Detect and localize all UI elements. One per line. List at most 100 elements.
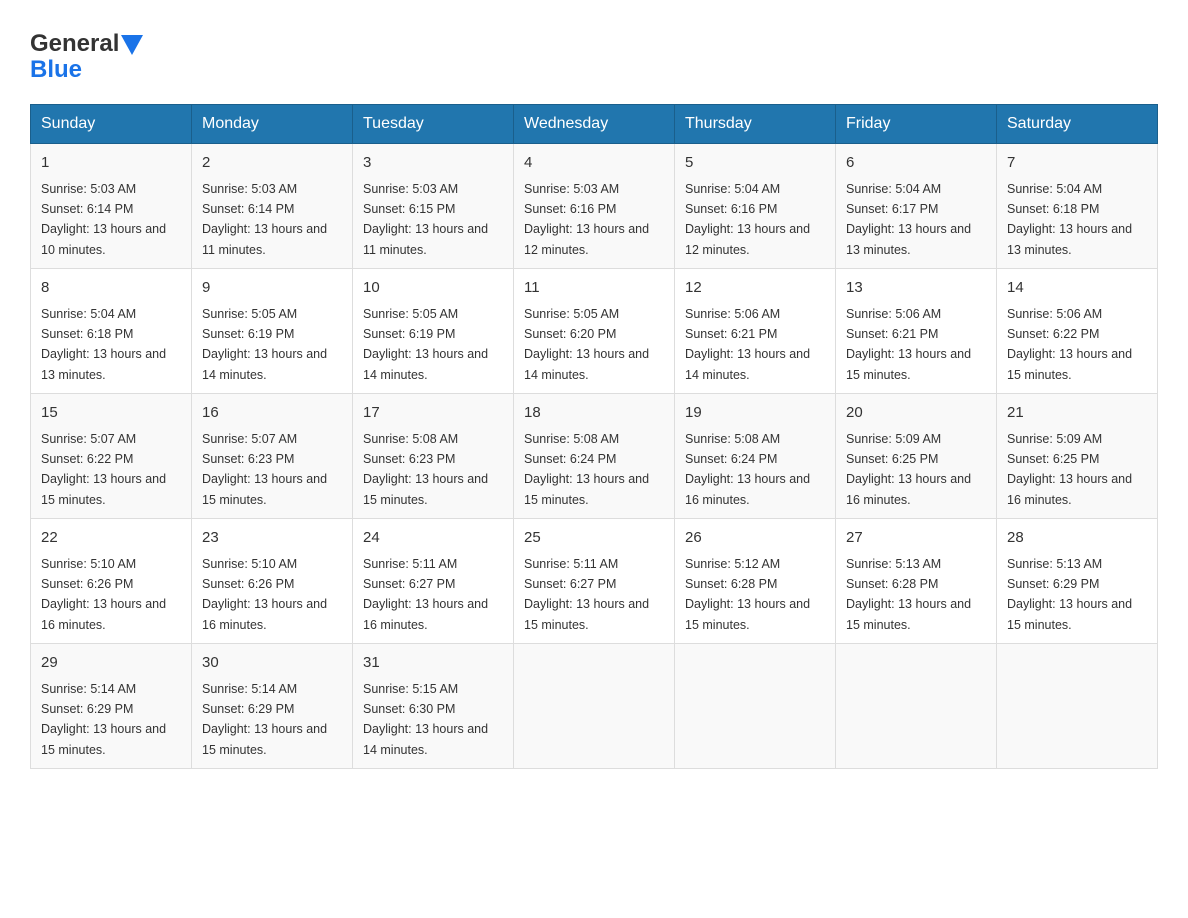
calendar-cell: 24 Sunrise: 5:11 AMSunset: 6:27 PMDaylig…	[353, 519, 514, 644]
calendar-cell: 29 Sunrise: 5:14 AMSunset: 6:29 PMDaylig…	[31, 644, 192, 769]
day-info: Sunrise: 5:05 AMSunset: 6:20 PMDaylight:…	[524, 307, 649, 382]
day-number: 20	[846, 402, 986, 425]
day-info: Sunrise: 5:05 AMSunset: 6:19 PMDaylight:…	[363, 307, 488, 382]
day-info: Sunrise: 5:11 AMSunset: 6:27 PMDaylight:…	[524, 557, 649, 632]
calendar-cell: 3 Sunrise: 5:03 AMSunset: 6:15 PMDayligh…	[353, 144, 514, 269]
day-number: 24	[363, 527, 503, 550]
calendar-cell: 19 Sunrise: 5:08 AMSunset: 6:24 PMDaylig…	[675, 394, 836, 519]
calendar-cell: 20 Sunrise: 5:09 AMSunset: 6:25 PMDaylig…	[836, 394, 997, 519]
header-wednesday: Wednesday	[514, 105, 675, 144]
day-number: 23	[202, 527, 342, 550]
calendar-cell: 31 Sunrise: 5:15 AMSunset: 6:30 PMDaylig…	[353, 644, 514, 769]
calendar-cell: 12 Sunrise: 5:06 AMSunset: 6:21 PMDaylig…	[675, 269, 836, 394]
calendar-cell: 18 Sunrise: 5:08 AMSunset: 6:24 PMDaylig…	[514, 394, 675, 519]
day-number: 26	[685, 527, 825, 550]
day-info: Sunrise: 5:15 AMSunset: 6:30 PMDaylight:…	[363, 682, 488, 757]
calendar-cell: 2 Sunrise: 5:03 AMSunset: 6:14 PMDayligh…	[192, 144, 353, 269]
day-info: Sunrise: 5:06 AMSunset: 6:21 PMDaylight:…	[846, 307, 971, 382]
calendar-table: SundayMondayTuesdayWednesdayThursdayFrid…	[30, 104, 1158, 769]
week-row-2: 8 Sunrise: 5:04 AMSunset: 6:18 PMDayligh…	[31, 269, 1158, 394]
week-row-4: 22 Sunrise: 5:10 AMSunset: 6:26 PMDaylig…	[31, 519, 1158, 644]
calendar-cell: 14 Sunrise: 5:06 AMSunset: 6:22 PMDaylig…	[997, 269, 1158, 394]
calendar-cell: 27 Sunrise: 5:13 AMSunset: 6:28 PMDaylig…	[836, 519, 997, 644]
calendar-cell: 8 Sunrise: 5:04 AMSunset: 6:18 PMDayligh…	[31, 269, 192, 394]
calendar-cell: 5 Sunrise: 5:04 AMSunset: 6:16 PMDayligh…	[675, 144, 836, 269]
day-number: 9	[202, 277, 342, 300]
week-row-1: 1 Sunrise: 5:03 AMSunset: 6:14 PMDayligh…	[31, 144, 1158, 269]
day-info: Sunrise: 5:08 AMSunset: 6:23 PMDaylight:…	[363, 432, 488, 507]
day-number: 2	[202, 152, 342, 175]
calendar-cell: 22 Sunrise: 5:10 AMSunset: 6:26 PMDaylig…	[31, 519, 192, 644]
header-sunday: Sunday	[31, 105, 192, 144]
logo-blue-text: Blue	[30, 56, 143, 84]
day-info: Sunrise: 5:09 AMSunset: 6:25 PMDaylight:…	[846, 432, 971, 507]
calendar-cell: 21 Sunrise: 5:09 AMSunset: 6:25 PMDaylig…	[997, 394, 1158, 519]
day-number: 27	[846, 527, 986, 550]
header-friday: Friday	[836, 105, 997, 144]
day-number: 19	[685, 402, 825, 425]
day-info: Sunrise: 5:11 AMSunset: 6:27 PMDaylight:…	[363, 557, 488, 632]
calendar-cell: 17 Sunrise: 5:08 AMSunset: 6:23 PMDaylig…	[353, 394, 514, 519]
day-info: Sunrise: 5:04 AMSunset: 6:16 PMDaylight:…	[685, 182, 810, 257]
calendar-cell: 13 Sunrise: 5:06 AMSunset: 6:21 PMDaylig…	[836, 269, 997, 394]
day-number: 7	[1007, 152, 1147, 175]
day-number: 8	[41, 277, 181, 300]
day-number: 18	[524, 402, 664, 425]
day-info: Sunrise: 5:10 AMSunset: 6:26 PMDaylight:…	[41, 557, 166, 632]
day-number: 6	[846, 152, 986, 175]
week-row-5: 29 Sunrise: 5:14 AMSunset: 6:29 PMDaylig…	[31, 644, 1158, 769]
calendar-cell: 28 Sunrise: 5:13 AMSunset: 6:29 PMDaylig…	[997, 519, 1158, 644]
day-number: 15	[41, 402, 181, 425]
day-number: 5	[685, 152, 825, 175]
day-info: Sunrise: 5:08 AMSunset: 6:24 PMDaylight:…	[524, 432, 649, 507]
calendar-cell: 16 Sunrise: 5:07 AMSunset: 6:23 PMDaylig…	[192, 394, 353, 519]
day-info: Sunrise: 5:06 AMSunset: 6:22 PMDaylight:…	[1007, 307, 1132, 382]
day-info: Sunrise: 5:04 AMSunset: 6:18 PMDaylight:…	[41, 307, 166, 382]
day-info: Sunrise: 5:08 AMSunset: 6:24 PMDaylight:…	[685, 432, 810, 507]
day-info: Sunrise: 5:09 AMSunset: 6:25 PMDaylight:…	[1007, 432, 1132, 507]
calendar-cell	[997, 644, 1158, 769]
day-info: Sunrise: 5:13 AMSunset: 6:28 PMDaylight:…	[846, 557, 971, 632]
calendar-cell: 9 Sunrise: 5:05 AMSunset: 6:19 PMDayligh…	[192, 269, 353, 394]
calendar-cell: 4 Sunrise: 5:03 AMSunset: 6:16 PMDayligh…	[514, 144, 675, 269]
day-info: Sunrise: 5:03 AMSunset: 6:16 PMDaylight:…	[524, 182, 649, 257]
calendar-header-row: SundayMondayTuesdayWednesdayThursdayFrid…	[31, 105, 1158, 144]
calendar-cell: 6 Sunrise: 5:04 AMSunset: 6:17 PMDayligh…	[836, 144, 997, 269]
day-number: 12	[685, 277, 825, 300]
day-info: Sunrise: 5:14 AMSunset: 6:29 PMDaylight:…	[202, 682, 327, 757]
logo: General Blue	[30, 30, 143, 84]
day-info: Sunrise: 5:06 AMSunset: 6:21 PMDaylight:…	[685, 307, 810, 382]
day-info: Sunrise: 5:05 AMSunset: 6:19 PMDaylight:…	[202, 307, 327, 382]
calendar-cell	[514, 644, 675, 769]
day-number: 11	[524, 277, 664, 300]
calendar-cell: 10 Sunrise: 5:05 AMSunset: 6:19 PMDaylig…	[353, 269, 514, 394]
calendar-cell: 7 Sunrise: 5:04 AMSunset: 6:18 PMDayligh…	[997, 144, 1158, 269]
day-info: Sunrise: 5:03 AMSunset: 6:14 PMDaylight:…	[41, 182, 166, 257]
day-info: Sunrise: 5:14 AMSunset: 6:29 PMDaylight:…	[41, 682, 166, 757]
calendar-cell: 25 Sunrise: 5:11 AMSunset: 6:27 PMDaylig…	[514, 519, 675, 644]
header-thursday: Thursday	[675, 105, 836, 144]
day-number: 17	[363, 402, 503, 425]
day-info: Sunrise: 5:03 AMSunset: 6:14 PMDaylight:…	[202, 182, 327, 257]
day-number: 25	[524, 527, 664, 550]
calendar-cell: 26 Sunrise: 5:12 AMSunset: 6:28 PMDaylig…	[675, 519, 836, 644]
week-row-3: 15 Sunrise: 5:07 AMSunset: 6:22 PMDaylig…	[31, 394, 1158, 519]
logo-general-text: General	[30, 30, 119, 58]
calendar-cell: 30 Sunrise: 5:14 AMSunset: 6:29 PMDaylig…	[192, 644, 353, 769]
day-number: 14	[1007, 277, 1147, 300]
calendar-cell: 11 Sunrise: 5:05 AMSunset: 6:20 PMDaylig…	[514, 269, 675, 394]
day-number: 10	[363, 277, 503, 300]
header-monday: Monday	[192, 105, 353, 144]
calendar-cell	[836, 644, 997, 769]
day-info: Sunrise: 5:12 AMSunset: 6:28 PMDaylight:…	[685, 557, 810, 632]
day-info: Sunrise: 5:07 AMSunset: 6:22 PMDaylight:…	[41, 432, 166, 507]
day-info: Sunrise: 5:13 AMSunset: 6:29 PMDaylight:…	[1007, 557, 1132, 632]
calendar-cell: 23 Sunrise: 5:10 AMSunset: 6:26 PMDaylig…	[192, 519, 353, 644]
header-tuesday: Tuesday	[353, 105, 514, 144]
day-info: Sunrise: 5:07 AMSunset: 6:23 PMDaylight:…	[202, 432, 327, 507]
day-info: Sunrise: 5:04 AMSunset: 6:17 PMDaylight:…	[846, 182, 971, 257]
day-number: 30	[202, 652, 342, 675]
day-number: 4	[524, 152, 664, 175]
day-info: Sunrise: 5:10 AMSunset: 6:26 PMDaylight:…	[202, 557, 327, 632]
day-number: 31	[363, 652, 503, 675]
